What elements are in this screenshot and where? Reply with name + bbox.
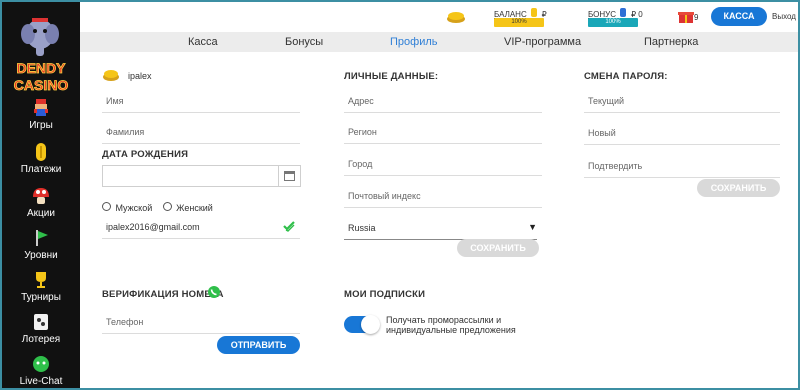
profile-content: ipalex Имя Фамилия ДАТА РОЖДЕНИЯ Мужской… — [80, 52, 798, 388]
email-field[interactable]: ipalex2016@gmail.com — [102, 216, 300, 239]
coins-icon — [447, 12, 465, 23]
region-field[interactable]: Регион — [344, 121, 542, 144]
send-button[interactable]: ОТПРАВИТЬ — [217, 336, 300, 354]
password-save-button[interactable]: СОХРАНИТЬ — [697, 179, 780, 197]
country-select[interactable]: Russia ▼ — [344, 217, 537, 240]
address-placeholder: Адрес — [348, 96, 374, 106]
phone-placeholder: Телефон — [106, 317, 144, 327]
sidebar-item-label: Игры — [29, 120, 53, 131]
last-name-field[interactable]: Фамилия — [102, 121, 300, 144]
new-password-placeholder: Новый — [588, 128, 616, 138]
logout-link[interactable]: Выход — [772, 12, 796, 21]
sidebar-item-games[interactable]: Игры — [2, 98, 80, 131]
trophy-icon — [36, 272, 46, 288]
tab-profile[interactable]: Профиль — [390, 36, 438, 48]
gender-male-radio[interactable] — [102, 202, 111, 212]
flag-icon — [36, 230, 48, 246]
confirm-password-placeholder: Подтвердить — [588, 161, 643, 171]
tab-bonuses[interactable]: Бонусы — [285, 36, 323, 48]
confirm-password-field[interactable]: Подтвердить — [584, 155, 780, 178]
sidebar-item-label: Акции — [27, 208, 55, 219]
password-change-heading: СМЕНА ПАРОЛЯ: — [584, 71, 668, 82]
new-password-field[interactable]: Новый — [584, 122, 780, 145]
sidebar-item-promotions[interactable]: Акции — [2, 186, 80, 219]
bonus-progress: 100% — [588, 18, 638, 27]
logo-text-casino: CASINO — [14, 77, 69, 93]
personal-data-heading: ЛИЧНЫЕ ДАННЫЕ: — [344, 71, 439, 82]
birth-date-input[interactable] — [102, 165, 279, 187]
current-password-placeholder: Текущий — [588, 96, 624, 106]
sidebar-item-levels[interactable]: Уровни — [2, 228, 80, 261]
address-field[interactable]: Адрес — [344, 90, 542, 113]
coin-icon — [36, 143, 46, 161]
first-name-placeholder: Имя — [106, 96, 124, 106]
user-level-icon — [103, 70, 119, 81]
gender-female-label: Женский — [176, 203, 213, 213]
sidebar-item-payments[interactable]: Платежи — [2, 142, 80, 175]
username: ipalex — [128, 71, 152, 81]
phone-field[interactable]: Телефон — [102, 311, 300, 334]
mario-icon — [34, 99, 48, 116]
gift-icon[interactable] — [678, 8, 694, 24]
tab-partners[interactable]: Партнерка — [644, 36, 698, 48]
sidebar-item-tournaments[interactable]: Турниры — [2, 270, 80, 303]
email-value: ipalex2016@gmail.com — [106, 222, 200, 232]
chat-icon — [33, 356, 49, 372]
zip-placeholder: Почтовый индекс — [348, 191, 421, 201]
gender-female-radio[interactable] — [162, 202, 172, 212]
phone-verification-heading: ВЕРИФИКАЦИЯ НОМЕРА — [102, 289, 224, 300]
country-value: Russia — [348, 223, 376, 233]
sidebar-item-lottery[interactable]: Лотерея — [2, 312, 80, 345]
region-placeholder: Регион — [348, 127, 377, 137]
gift-count: 9 — [694, 13, 699, 22]
top-bar: БАЛАНС ₽ 100% БОНУС ₽ 0 100% 9 КАССА Вых… — [80, 2, 798, 33]
subscriptions-heading: МОИ ПОДПИСКИ — [344, 289, 426, 300]
promo-text-line1: Получать проморассылки и — [386, 315, 502, 325]
gender-male-label: Мужской — [115, 203, 153, 213]
sidebar-item-label: Турниры — [21, 292, 61, 303]
birth-date-heading: ДАТА РОЖДЕНИЯ — [102, 149, 189, 160]
sidebar-item-label: Лотерея — [21, 334, 61, 345]
bonus-coin-icon — [620, 8, 627, 18]
ticket-icon — [34, 314, 48, 330]
balance-progress: 100% — [494, 18, 544, 27]
balance-coin-icon — [531, 8, 538, 18]
mushroom-icon — [33, 188, 49, 204]
chevron-down-icon: ▼ — [528, 222, 537, 232]
city-field[interactable]: Город — [344, 153, 542, 176]
sidebar-item-label: Платежи — [20, 164, 62, 175]
promo-text-line2: индивидуальные предложения — [386, 325, 516, 335]
sidebar-item-live-chat[interactable]: Live-Chat — [2, 354, 80, 387]
current-password-field[interactable]: Текущий — [584, 90, 780, 113]
app-window: DENDY CASINO Игры Платежи Акции Уровни Т… — [0, 0, 800, 390]
last-name-placeholder: Фамилия — [106, 127, 145, 137]
personal-save-button[interactable]: СОХРАНИТЬ — [457, 239, 539, 257]
calendar-button[interactable] — [278, 165, 301, 187]
sidebar-item-label: Live-Chat — [19, 376, 63, 387]
phone-icon — [208, 286, 220, 298]
promo-toggle-knob — [361, 315, 380, 334]
calendar-icon — [284, 171, 295, 181]
dendy-casino-logo[interactable]: DENDY CASINO — [6, 10, 76, 102]
tab-vip[interactable]: VIP-программа — [504, 36, 581, 48]
zip-field[interactable]: Почтовый индекс — [344, 185, 542, 208]
tab-bar: Касса Бонусы Профиль VIP-программа Партн… — [80, 32, 798, 52]
promo-toggle[interactable] — [344, 315, 380, 334]
sidebar-item-label: Уровни — [24, 250, 58, 261]
cashier-button[interactable]: КАССА — [711, 7, 767, 26]
sidebar: DENDY CASINO Игры Платежи Акции Уровни Т… — [2, 2, 80, 388]
first-name-field[interactable]: Имя — [102, 90, 300, 113]
logo-text-dendy: DENDY — [16, 60, 66, 76]
gender-group: Мужской Женский — [102, 198, 213, 216]
verified-check-icon — [283, 221, 295, 232]
city-placeholder: Город — [348, 159, 373, 169]
tab-cashier[interactable]: Касса — [188, 36, 218, 48]
